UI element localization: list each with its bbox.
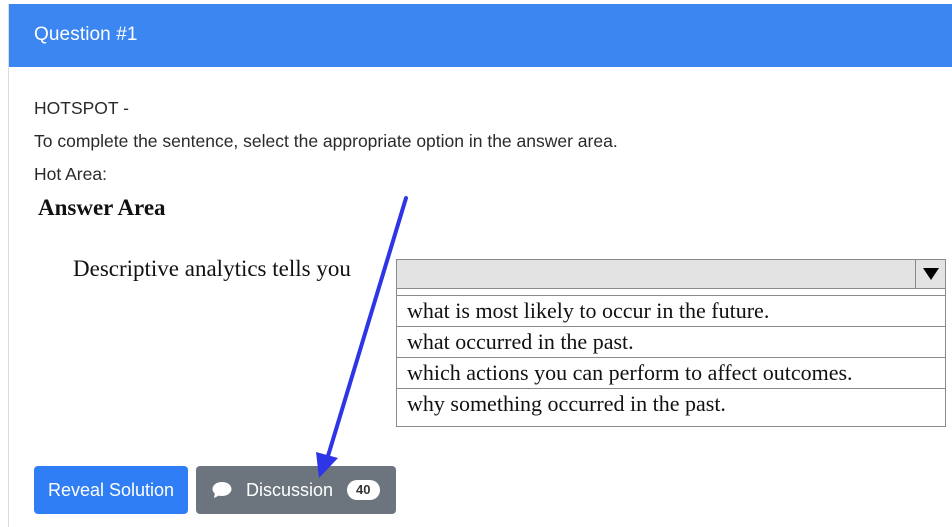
dropdown-options-list: what is most likely to occur in the futu…: [396, 289, 946, 427]
discussion-label: Discussion: [246, 479, 334, 500]
question-header: Question #1: [9, 4, 952, 67]
dropdown-option[interactable]: what is most likely to occur in the futu…: [397, 295, 945, 326]
reveal-solution-label: Reveal Solution: [47, 479, 175, 500]
triangle-down-icon[interactable]: [915, 260, 945, 288]
question-type-label: HOTSPOT -: [34, 98, 129, 118]
reveal-solution-button[interactable]: Reveal Solution: [34, 466, 188, 514]
question-instruction: To complete the sentence, select the app…: [34, 131, 618, 151]
dropdown-option[interactable]: which actions you can perform to affect …: [397, 357, 945, 388]
answer-dropdown[interactable]: [396, 259, 946, 289]
chat-bubble-icon: [212, 481, 232, 499]
question-title: Question #1: [34, 24, 138, 45]
dropdown-option[interactable]: what occurred in the past.: [397, 326, 945, 357]
dropdown-option[interactable]: why something occurred in the past.: [397, 388, 945, 419]
discussion-count-badge: 40: [347, 480, 380, 500]
answer-area-title: Answer Area: [38, 195, 166, 220]
hot-area-label: Hot Area:: [34, 164, 107, 184]
discussion-button[interactable]: Discussion 40: [196, 466, 396, 514]
answer-sentence: Descriptive analytics tells you: [73, 256, 351, 281]
